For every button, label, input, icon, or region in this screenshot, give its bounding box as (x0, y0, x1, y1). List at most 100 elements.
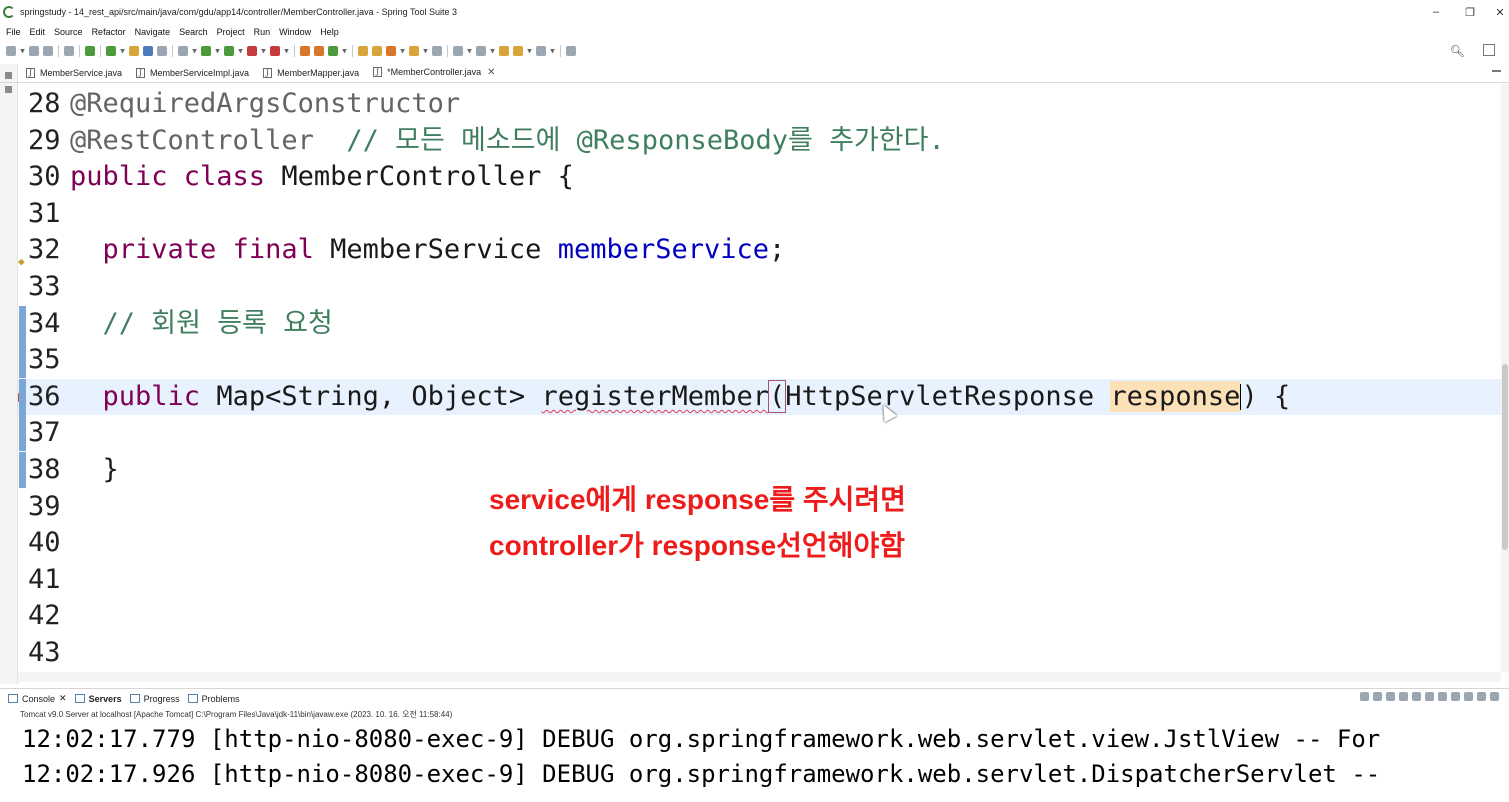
code-line[interactable]: 36 public Map<String, Object> registerMe… (18, 378, 1501, 415)
close-tab-icon[interactable]: ✕ (59, 693, 67, 704)
search-tool-icon[interactable] (386, 46, 396, 56)
menu-run[interactable]: Run (254, 27, 271, 37)
code-line[interactable]: 41 (18, 562, 1501, 598)
code-line[interactable]: 29 @RestController // 모든 메소드에 @ResponseBo… (18, 123, 1501, 159)
coverage-icon[interactable] (224, 46, 234, 56)
code-line[interactable]: 37 (18, 415, 1501, 452)
menu-help[interactable]: Help (320, 27, 339, 37)
dropdown-arrow-icon[interactable] (527, 48, 532, 54)
boot-dashboard-icon[interactable] (85, 46, 95, 56)
new-window-icon[interactable] (566, 46, 576, 56)
save-all-icon[interactable] (43, 46, 53, 56)
open-type-icon[interactable] (358, 46, 368, 56)
scrollbar-thumb[interactable] (1502, 364, 1508, 550)
refresh-icon[interactable] (106, 46, 116, 56)
clear-console-icon[interactable] (1399, 692, 1408, 701)
code-line[interactable]: 31 (18, 196, 1501, 232)
tab-problems[interactable]: Problems (187, 694, 240, 704)
dropdown-arrow-icon[interactable] (192, 48, 197, 54)
editor-horizontal-scrollbar[interactable] (18, 672, 1501, 682)
new-class-icon[interactable] (328, 46, 338, 56)
back-icon[interactable] (513, 46, 523, 56)
restore-button[interactable]: ❐ (1460, 6, 1480, 19)
next-annotation-icon[interactable] (453, 46, 463, 56)
code-line[interactable]: 33 (18, 269, 1501, 305)
word-wrap-icon[interactable] (1425, 692, 1434, 701)
dropdown-arrow-icon[interactable] (261, 48, 266, 54)
pin-editor-icon[interactable] (432, 46, 442, 56)
tab-servers[interactable]: Servers (74, 694, 122, 704)
dropdown-arrow-icon[interactable] (490, 48, 495, 54)
pin-console-icon[interactable] (1451, 692, 1460, 701)
menu-file[interactable]: File (6, 27, 21, 37)
minimize-editor-icon[interactable] (1492, 70, 1501, 72)
outline-icon[interactable] (5, 86, 12, 93)
close-window-button[interactable]: ✕ (1490, 6, 1509, 19)
debug-icon[interactable] (178, 46, 188, 56)
terminate-icon[interactable] (1360, 692, 1369, 701)
dropdown-arrow-icon[interactable] (423, 48, 428, 54)
tab-membermapper[interactable]: J MemberMapper.java (257, 64, 367, 82)
code-line[interactable]: 35 (18, 342, 1501, 379)
line-number: 39 (28, 490, 61, 522)
code-line[interactable]: 32 private final MemberService memberSer… (18, 232, 1501, 268)
dropdown-arrow-icon[interactable] (400, 48, 405, 54)
tab-memberservice[interactable]: J MemberService.java (20, 64, 130, 82)
dropdown-arrow-icon[interactable] (238, 48, 243, 54)
code-line[interactable]: 28 @RequiredArgsConstructor (18, 86, 1501, 122)
previous-annotation-icon[interactable] (476, 46, 486, 56)
stop-icon[interactable] (247, 46, 257, 56)
view-menu-icon[interactable] (1490, 692, 1499, 701)
dropdown-arrow-icon[interactable] (215, 48, 220, 54)
toggle-block-selection-icon[interactable] (143, 46, 153, 56)
open-perspective-icon[interactable] (1483, 44, 1495, 56)
relaunch-icon[interactable] (270, 46, 280, 56)
menu-refactor[interactable]: Refactor (92, 27, 126, 37)
new-java-project-icon[interactable] (300, 46, 310, 56)
open-task-icon[interactable] (372, 46, 382, 56)
tab-memberserviceimpl[interactable]: J MemberServiceImpl.java (130, 64, 257, 82)
dropdown-arrow-icon[interactable] (467, 48, 472, 54)
show-whitespace-icon[interactable] (157, 46, 167, 56)
save-icon[interactable] (29, 46, 39, 56)
code-line[interactable]: 42 (18, 598, 1501, 634)
console-output[interactable]: 12:02:17.779 [http-nio-8080-exec-9] DEBU… (0, 720, 1509, 802)
remove-all-icon[interactable] (1386, 692, 1395, 701)
remove-launch-icon[interactable] (1373, 692, 1382, 701)
run-icon[interactable] (201, 46, 211, 56)
display-console-icon[interactable] (1464, 692, 1473, 701)
code-line[interactable]: 30 public class MemberController { (18, 159, 1501, 195)
last-edit-location-icon[interactable] (499, 46, 509, 56)
code-line[interactable]: 43 (18, 635, 1501, 671)
menu-search[interactable]: Search (179, 27, 208, 37)
dropdown-arrow-icon[interactable] (550, 48, 555, 54)
menu-edit[interactable]: Edit (30, 27, 46, 37)
print-icon[interactable] (64, 46, 74, 56)
new-icon[interactable] (6, 46, 16, 56)
editor-vertical-scrollbar[interactable] (1501, 84, 1509, 672)
toolbar-separator (352, 45, 353, 57)
scroll-lock-icon[interactable] (1412, 692, 1421, 701)
annotation-icon[interactable] (409, 46, 419, 56)
show-on-output-icon[interactable] (1438, 692, 1447, 701)
menu-navigate[interactable]: Navigate (135, 27, 171, 37)
tab-membercontroller[interactable]: J *MemberController.java ✕ (367, 64, 504, 82)
open-console-icon[interactable] (1477, 692, 1486, 701)
menu-window[interactable]: Window (279, 27, 311, 37)
search-icon[interactable]: 🔍︎ (1450, 44, 1465, 58)
minimize-button[interactable]: – (1426, 6, 1446, 18)
dropdown-arrow-icon[interactable] (284, 48, 289, 54)
forward-icon[interactable] (536, 46, 546, 56)
dropdown-arrow-icon[interactable] (20, 48, 25, 54)
dropdown-arrow-icon[interactable] (342, 48, 347, 54)
menu-source[interactable]: Source (54, 27, 83, 37)
close-tab-icon[interactable]: ✕ (487, 67, 495, 78)
new-package-icon[interactable] (314, 46, 324, 56)
menu-project[interactable]: Project (217, 27, 245, 37)
tab-progress[interactable]: Progress (129, 694, 180, 704)
tab-console[interactable]: Console ✕ (8, 693, 67, 704)
dropdown-arrow-icon[interactable] (120, 48, 125, 54)
toggle-mark-occurrences-icon[interactable] (129, 46, 139, 56)
code-editor[interactable]: 28 @RequiredArgsConstructor 29 @RestControl… (18, 84, 1501, 672)
code-line[interactable]: 34 // 회원 등록 요청 (18, 305, 1501, 342)
